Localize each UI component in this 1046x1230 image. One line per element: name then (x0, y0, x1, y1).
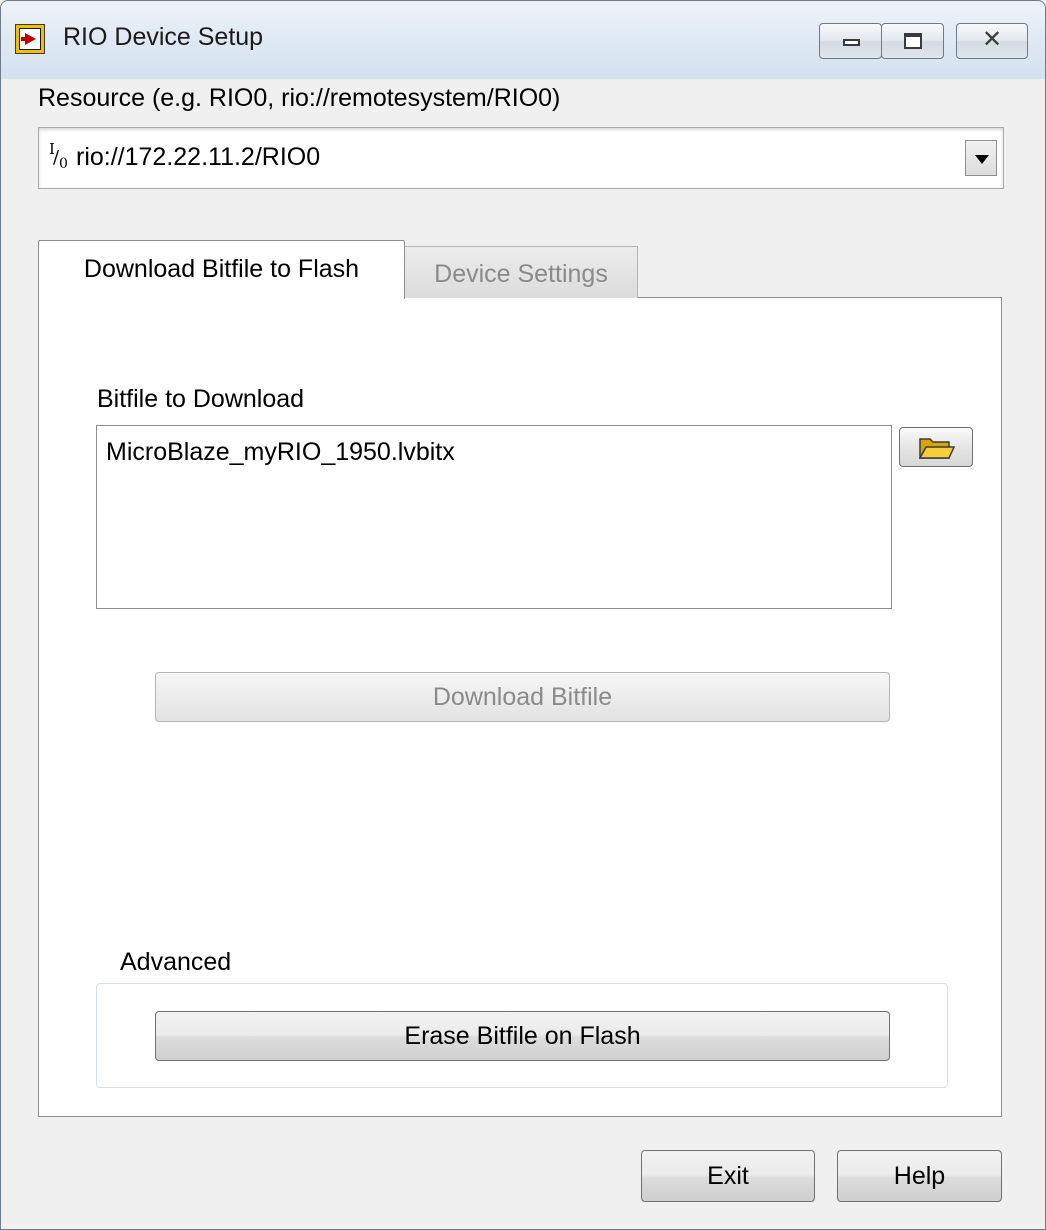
close-button[interactable]: ✕ (956, 23, 1028, 59)
io-resource-icon: I/0 (49, 140, 68, 172)
title-bar[interactable]: RIO Device Setup ✕ (1, 1, 1045, 79)
advanced-label: Advanced (120, 948, 232, 976)
resource-combobox[interactable]: I/0 rio://172.22.11.2/RIO0 (38, 127, 1004, 189)
help-button[interactable]: Help (837, 1150, 1002, 1202)
folder-icon (919, 438, 955, 459)
close-icon: ✕ (981, 26, 1003, 53)
minimize-button[interactable] (819, 23, 882, 59)
erase-bitfile-button[interactable]: Erase Bitfile on Flash (155, 1011, 890, 1061)
resource-value[interactable]: rio://172.22.11.2/RIO0 (76, 143, 320, 172)
labview-vi-icon (15, 24, 45, 54)
resource-label: Resource (e.g. RIO0, rio://remotesystem/… (38, 84, 561, 112)
chevron-down-icon[interactable] (965, 140, 997, 176)
bitfile-path-field[interactable]: MicroBlaze_myRIO_1950.lvbitx (96, 425, 892, 609)
window-title: RIO Device Setup (63, 23, 264, 51)
tab-device-settings[interactable]: Device Settings (404, 246, 638, 298)
browse-button[interactable] (899, 427, 973, 467)
rio-device-setup-window: RIO Device Setup ✕ Resource (e.g. RIO0, … (0, 0, 1046, 1230)
minimize-icon (843, 39, 860, 46)
maximize-icon (904, 33, 922, 49)
download-bitfile-button[interactable]: Download Bitfile (155, 672, 890, 722)
exit-button[interactable]: Exit (641, 1150, 815, 1202)
tab-download-bitfile[interactable]: Download Bitfile to Flash (38, 240, 405, 299)
maximize-button[interactable] (881, 23, 944, 59)
bitfile-label: Bitfile to Download (97, 385, 305, 413)
